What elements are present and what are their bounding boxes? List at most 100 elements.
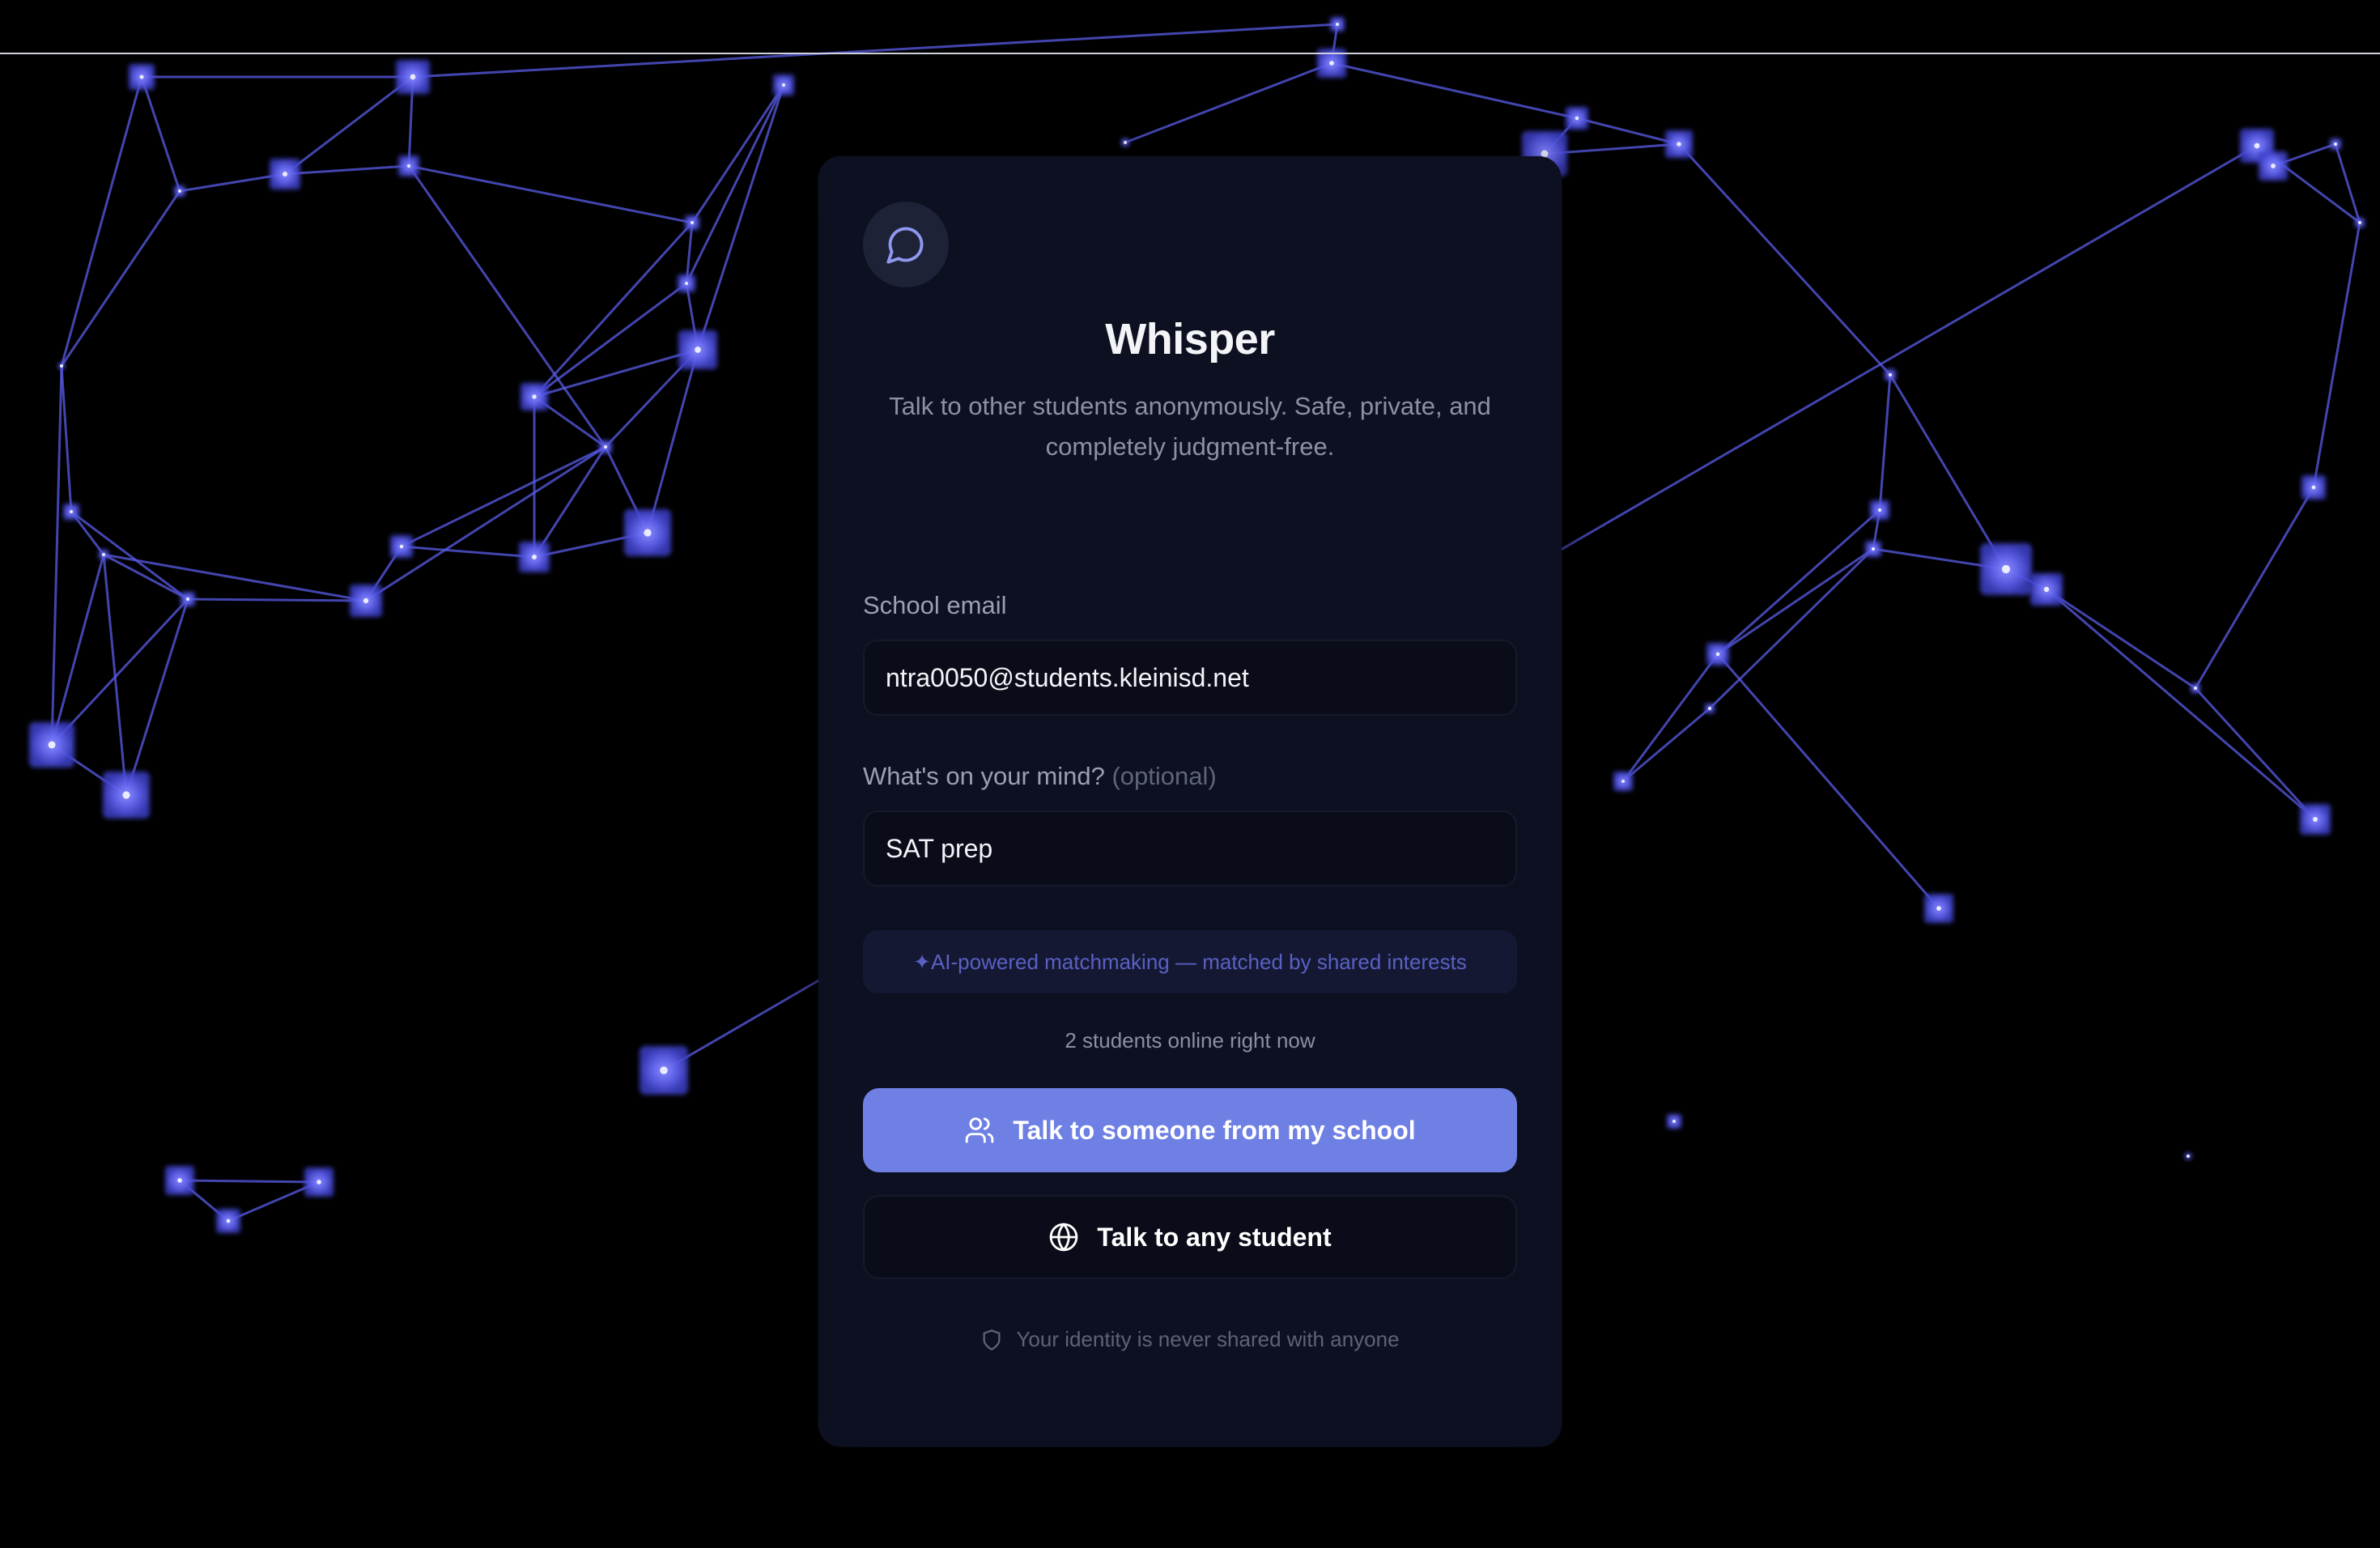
network-edge	[1576, 117, 1680, 146]
network-node	[2030, 573, 2063, 606]
network-edge	[103, 553, 367, 602]
users-icon	[964, 1115, 995, 1146]
network-node	[1870, 500, 1889, 520]
network-edge	[533, 221, 694, 398]
network-edge	[365, 445, 606, 602]
network-edge	[179, 172, 286, 193]
network-node	[1980, 543, 2032, 595]
network-node	[165, 1166, 194, 1195]
network-edge	[50, 365, 63, 746]
network-edge	[284, 164, 410, 176]
network-node	[2300, 804, 2331, 835]
network-node	[2355, 218, 2365, 228]
network-edge	[685, 84, 785, 284]
network-node	[1330, 17, 1345, 32]
network-edge	[1716, 653, 1940, 909]
network-edge	[140, 76, 181, 192]
school-email-value: ntra0050@students.kleinisd.net	[886, 662, 1249, 692]
talk-to-school-button[interactable]: Talk to someone from my school	[863, 1088, 1517, 1172]
network-edge	[2312, 222, 2361, 488]
network-edge	[401, 545, 535, 559]
top-divider	[0, 53, 2380, 54]
network-edge	[125, 598, 189, 796]
network-node	[519, 542, 550, 572]
app-subtitle: Talk to other students anonymously. Safe…	[889, 392, 1491, 461]
network-node	[1705, 704, 1715, 713]
optional-tag: (optional)	[1111, 762, 1217, 790]
school-email-input[interactable]: ntra0050@students.kleinisd.net	[863, 640, 1517, 716]
network-node	[1924, 894, 1953, 923]
network-edge	[1331, 62, 1578, 120]
network-edge	[1124, 62, 1332, 144]
mind-input-value: SAT prep	[886, 833, 993, 863]
network-edge	[1717, 508, 1881, 656]
network-node	[270, 159, 300, 189]
network-node	[129, 64, 155, 90]
network-node	[640, 1046, 688, 1095]
network-node	[685, 215, 699, 230]
talk-to-any-button[interactable]: Talk to any student	[863, 1195, 1517, 1279]
network-edge	[2334, 143, 2361, 223]
network-node	[1865, 541, 1881, 557]
network-node	[678, 330, 717, 369]
network-node	[2185, 1153, 2191, 1159]
network-edge	[1622, 707, 1711, 783]
network-node	[1667, 1114, 1681, 1129]
app-title: Whisper	[1105, 315, 1275, 364]
network-edge	[2046, 588, 2196, 690]
network-node	[396, 60, 430, 94]
network-edge	[2194, 487, 2315, 689]
network-edge	[187, 598, 367, 602]
network-node	[2330, 138, 2341, 150]
network-edge	[70, 510, 189, 601]
network-node	[2259, 151, 2288, 181]
network-edge	[1621, 653, 1719, 782]
network-node	[2301, 475, 2326, 500]
network-node	[58, 363, 65, 369]
network-node	[678, 274, 695, 292]
network-node	[216, 1209, 240, 1233]
network-edge	[60, 365, 73, 512]
network-node	[773, 74, 794, 96]
network-node	[103, 772, 150, 819]
network-node	[1665, 130, 1693, 158]
network-edge	[1889, 374, 2008, 570]
network-node	[1613, 772, 1633, 791]
network-edge	[179, 1179, 320, 1184]
talk-to-any-label: Talk to any student	[1097, 1222, 1332, 1252]
mind-input[interactable]: SAT prep	[863, 810, 1517, 887]
network-edge	[2194, 687, 2317, 821]
privacy-text: Your identity is never shared with anyon…	[1016, 1327, 1400, 1351]
network-edge	[691, 84, 785, 223]
network-edge	[533, 282, 687, 398]
network-edge	[408, 164, 693, 224]
mind-label-text: What's on your mind?	[863, 762, 1105, 790]
network-edge	[696, 84, 785, 351]
privacy-note: Your identity is never shared with anyon…	[818, 1327, 1562, 1352]
ai-matchmaking-text: ✦AI-powered matchmaking — matched by sha…	[913, 949, 1467, 974]
network-edge	[60, 190, 181, 367]
network-node	[624, 509, 671, 556]
network-edge	[60, 76, 143, 367]
network-edge	[1708, 547, 1875, 710]
school-email-label: School email	[863, 591, 1007, 619]
network-edge	[1677, 142, 1892, 376]
network-node	[1706, 643, 1729, 666]
login-card: Whisper Talk to other students anonymous…	[818, 156, 1562, 1447]
network-node	[2191, 683, 2200, 693]
shield-icon	[980, 1329, 1003, 1351]
network-node	[174, 185, 185, 197]
network-edge	[284, 75, 414, 176]
network-edge	[401, 445, 606, 548]
network-node	[398, 155, 419, 176]
network-edge	[1717, 547, 1874, 656]
network-node	[99, 550, 108, 559]
network-node	[1121, 138, 1129, 147]
mind-label: What's on your mind? (optional)	[863, 762, 1217, 791]
network-edge	[407, 165, 607, 448]
network-node	[599, 440, 612, 453]
network-edge	[533, 348, 699, 398]
network-node	[390, 535, 413, 558]
talk-to-school-label: Talk to someone from my school	[1013, 1115, 1416, 1145]
network-edge	[412, 23, 1338, 79]
